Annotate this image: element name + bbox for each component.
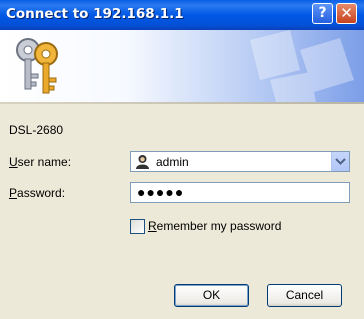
ok-button[interactable]: OK <box>174 284 249 307</box>
remember-password-label[interactable]: Remember my password <box>148 219 281 233</box>
remember-label-accesskey: R <box>148 219 157 233</box>
password-mask: ●●●●● <box>137 184 185 200</box>
banner-divider <box>0 102 364 104</box>
help-button[interactable]: ? <box>312 3 333 24</box>
cancel-button[interactable]: Cancel <box>267 284 342 307</box>
username-value: admin <box>156 155 189 169</box>
window-title: Connect to 192.168.1.1 <box>6 6 184 22</box>
username-label-text: ser name: <box>17 155 72 169</box>
keys-icon <box>16 38 58 94</box>
username-dropdown-button[interactable] <box>331 152 349 171</box>
username-label: User name: <box>9 155 71 169</box>
username-combobox[interactable]: admin <box>130 151 350 172</box>
close-button[interactable]: ✕ <box>336 3 357 24</box>
username-label-accesskey: U <box>9 155 18 169</box>
help-icon: ? <box>318 5 327 21</box>
password-label-text: assword: <box>17 186 66 200</box>
password-field[interactable]: ●●●●● <box>130 182 350 203</box>
chevron-down-icon <box>335 158 346 165</box>
remember-password-checkbox[interactable] <box>130 219 145 234</box>
dialog-banner <box>0 30 364 102</box>
device-name: DSL-2680 <box>9 123 64 137</box>
close-icon: ✕ <box>340 4 353 22</box>
password-label-accesskey: P <box>9 186 18 200</box>
password-label: Password: <box>9 186 65 200</box>
remember-label-text: emember my password <box>156 219 282 233</box>
title-bar[interactable]: Connect to 192.168.1.1 ? ✕ <box>0 0 364 30</box>
banner-decoration-icon <box>250 30 354 102</box>
user-icon <box>136 155 149 169</box>
